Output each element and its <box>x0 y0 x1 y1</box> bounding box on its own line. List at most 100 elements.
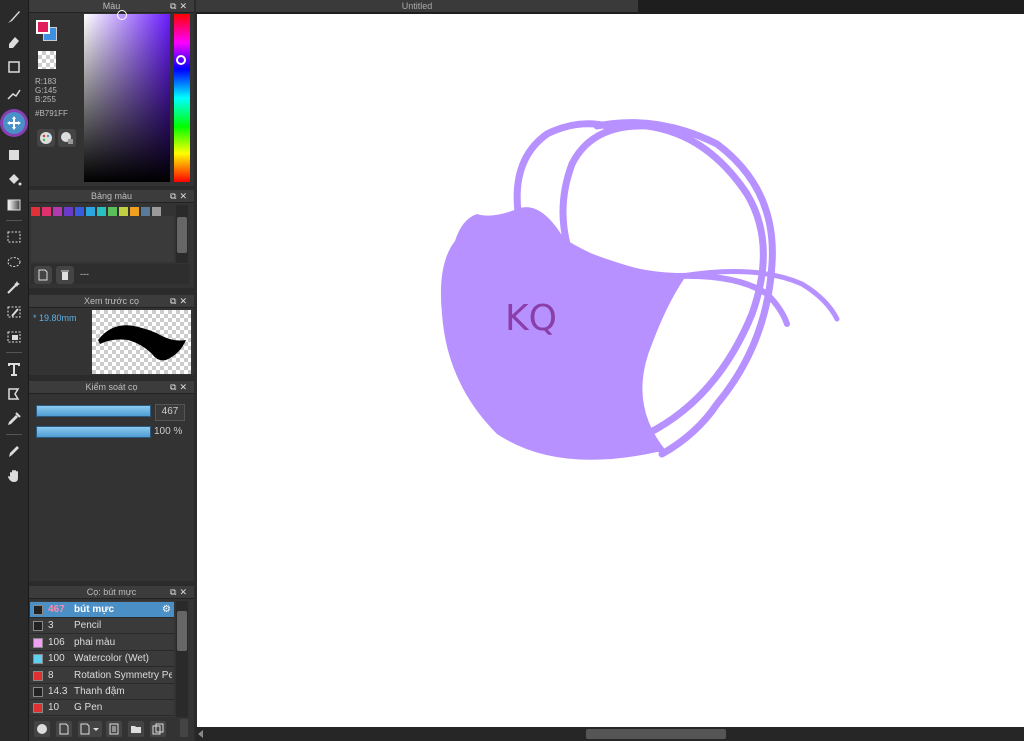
transparent-color-swatch[interactable] <box>38 51 56 69</box>
brush-size: 467 <box>48 604 65 615</box>
brush-size-slider[interactable] <box>36 405 151 417</box>
palette-area <box>31 216 174 262</box>
drawing-canvas[interactable]: KQ <box>197 14 1024 727</box>
brush-settings-gear-icon[interactable]: ⚙ <box>162 602 171 618</box>
delete-palette-button[interactable] <box>56 266 74 284</box>
brush-cloud-icon <box>37 724 47 734</box>
add-brush-button[interactable] <box>34 721 50 737</box>
page-dropdown-icon <box>80 723 99 735</box>
palette-swatch[interactable] <box>86 207 95 216</box>
lasso-icon[interactable] <box>3 251 25 273</box>
brush-name: Thanh đậm <box>74 686 125 697</box>
folder-icon <box>131 726 141 733</box>
fill-rect-tool-icon[interactable] <box>3 144 25 166</box>
select-eraser-icon[interactable] <box>3 326 25 348</box>
brush-size-mm: * 19.80mm <box>33 313 77 323</box>
brush-size: 14.3 <box>48 686 68 697</box>
brush-size: 3 <box>48 620 54 632</box>
palette-swatch[interactable] <box>97 207 106 216</box>
document-tab[interactable]: Untitled <box>196 0 638 12</box>
canvas-scroll-thumb[interactable] <box>586 729 726 739</box>
shape-tool-icon[interactable] <box>3 56 25 78</box>
duplicate-brush-button[interactable] <box>150 721 166 737</box>
palette-swatch[interactable] <box>119 207 128 216</box>
brush-list-title: Cọ: bút mực ⧉✕ <box>29 586 194 599</box>
palette-swatch[interactable] <box>108 207 117 216</box>
brush-color-swatch <box>33 654 43 665</box>
brush-name: bút mực <box>74 604 115 615</box>
brush-list-item[interactable]: 100 Watercolor (Wet) <box>30 651 174 668</box>
color-wheel-button[interactable] <box>37 129 55 147</box>
brush-name: Watercolor (Wet) <box>74 653 150 665</box>
brush-color-swatch <box>33 621 43 632</box>
brush-list-item[interactable]: 14.3 Thanh đậm <box>30 684 174 700</box>
move-tool-icon[interactable] <box>3 112 25 134</box>
brush-color-swatch <box>33 703 43 714</box>
palette-name: --- <box>80 269 89 279</box>
hand-tool-icon[interactable] <box>3 465 25 487</box>
main-color-swatch[interactable] <box>36 20 50 34</box>
palette-swatch[interactable] <box>42 207 51 216</box>
brush-list-item[interactable]: 10 G Pen <box>30 700 174 717</box>
brush-size: 100 <box>48 653 65 665</box>
new-page-icon <box>59 723 69 735</box>
select-rect-icon[interactable] <box>3 226 25 248</box>
brush-name: phai màu <box>74 636 116 648</box>
brush-folder-button[interactable] <box>128 721 144 737</box>
panel-tool-icon[interactable] <box>3 383 25 405</box>
palette-settings-icon <box>61 132 73 144</box>
brush-name: Pencil <box>74 620 102 632</box>
brush-list-resize-handle[interactable] <box>180 719 188 737</box>
line-tool-icon[interactable] <box>3 83 25 105</box>
palette-footer <box>31 264 189 284</box>
palette-swatch[interactable] <box>130 207 139 216</box>
magic-wand-icon[interactable] <box>3 276 25 298</box>
brush-size: 8 <box>48 669 54 681</box>
brush-color-swatch <box>33 670 43 681</box>
bucket-tool-icon[interactable] <box>3 169 25 191</box>
brush-name: Rotation Symmetry Pe <box>74 669 172 681</box>
palette-swatch[interactable] <box>75 207 84 216</box>
color-set-button[interactable] <box>58 129 76 147</box>
new-palette-button[interactable] <box>34 266 52 284</box>
scroll-left-arrow-icon[interactable] <box>198 730 203 738</box>
brush-name: G Pen <box>74 702 103 714</box>
brush-preview-title: Xem trước cọ ⧉✕ <box>29 295 194 308</box>
brush-opacity-value: 100 % <box>154 426 183 437</box>
brush-color-swatch <box>33 605 43 615</box>
brush-options-button[interactable] <box>78 721 102 737</box>
brush-list-scrollbar[interactable] <box>176 601 188 717</box>
brush-list-item[interactable]: 467 bút mực ⚙ <box>30 602 174 618</box>
palette-swatch[interactable] <box>31 207 40 216</box>
brush-opacity-slider[interactable] <box>36 426 151 438</box>
brush-size-value[interactable]: 467 <box>155 404 185 421</box>
brush-settings-button[interactable] <box>106 721 122 737</box>
brush-list-item[interactable]: 3 Pencil <box>30 618 174 635</box>
text-tool-icon[interactable] <box>3 358 25 380</box>
saturation-value-picker[interactable] <box>84 14 170 182</box>
gradient-tool-icon[interactable] <box>3 194 25 216</box>
brush-control-title: Kiểm soát cọ ⧉✕ <box>29 381 194 394</box>
brush-list-item[interactable]: 106 phai màu <box>30 635 174 651</box>
new-brush-button[interactable] <box>56 721 72 737</box>
tool-bar <box>0 0 29 741</box>
palette-scrollbar[interactable] <box>176 205 188 263</box>
sv-picker-handle[interactable] <box>117 10 127 20</box>
palette-panel-title: Bảng màu ⧉✕ <box>29 190 194 203</box>
pipette-icon[interactable] <box>3 440 25 462</box>
drawing-artwork: KQ <box>440 119 840 460</box>
eyedropper-icon[interactable] <box>3 408 25 430</box>
brush-tool-icon[interactable] <box>3 6 25 28</box>
eraser-tool-icon[interactable] <box>3 31 25 53</box>
palette-swatch[interactable] <box>64 207 73 216</box>
hue-slider-handle[interactable] <box>176 55 186 65</box>
palette-swatch[interactable] <box>141 207 150 216</box>
palette-swatch[interactable] <box>53 207 62 216</box>
palette-swatch[interactable] <box>152 207 161 216</box>
copy-icon <box>152 723 164 735</box>
hue-slider[interactable] <box>174 14 190 182</box>
brush-list-item[interactable]: 8 Rotation Symmetry Pe <box>30 668 174 684</box>
drawing-text: KQ <box>505 298 557 339</box>
select-pen-icon[interactable] <box>3 301 25 323</box>
trash-icon <box>61 270 69 280</box>
